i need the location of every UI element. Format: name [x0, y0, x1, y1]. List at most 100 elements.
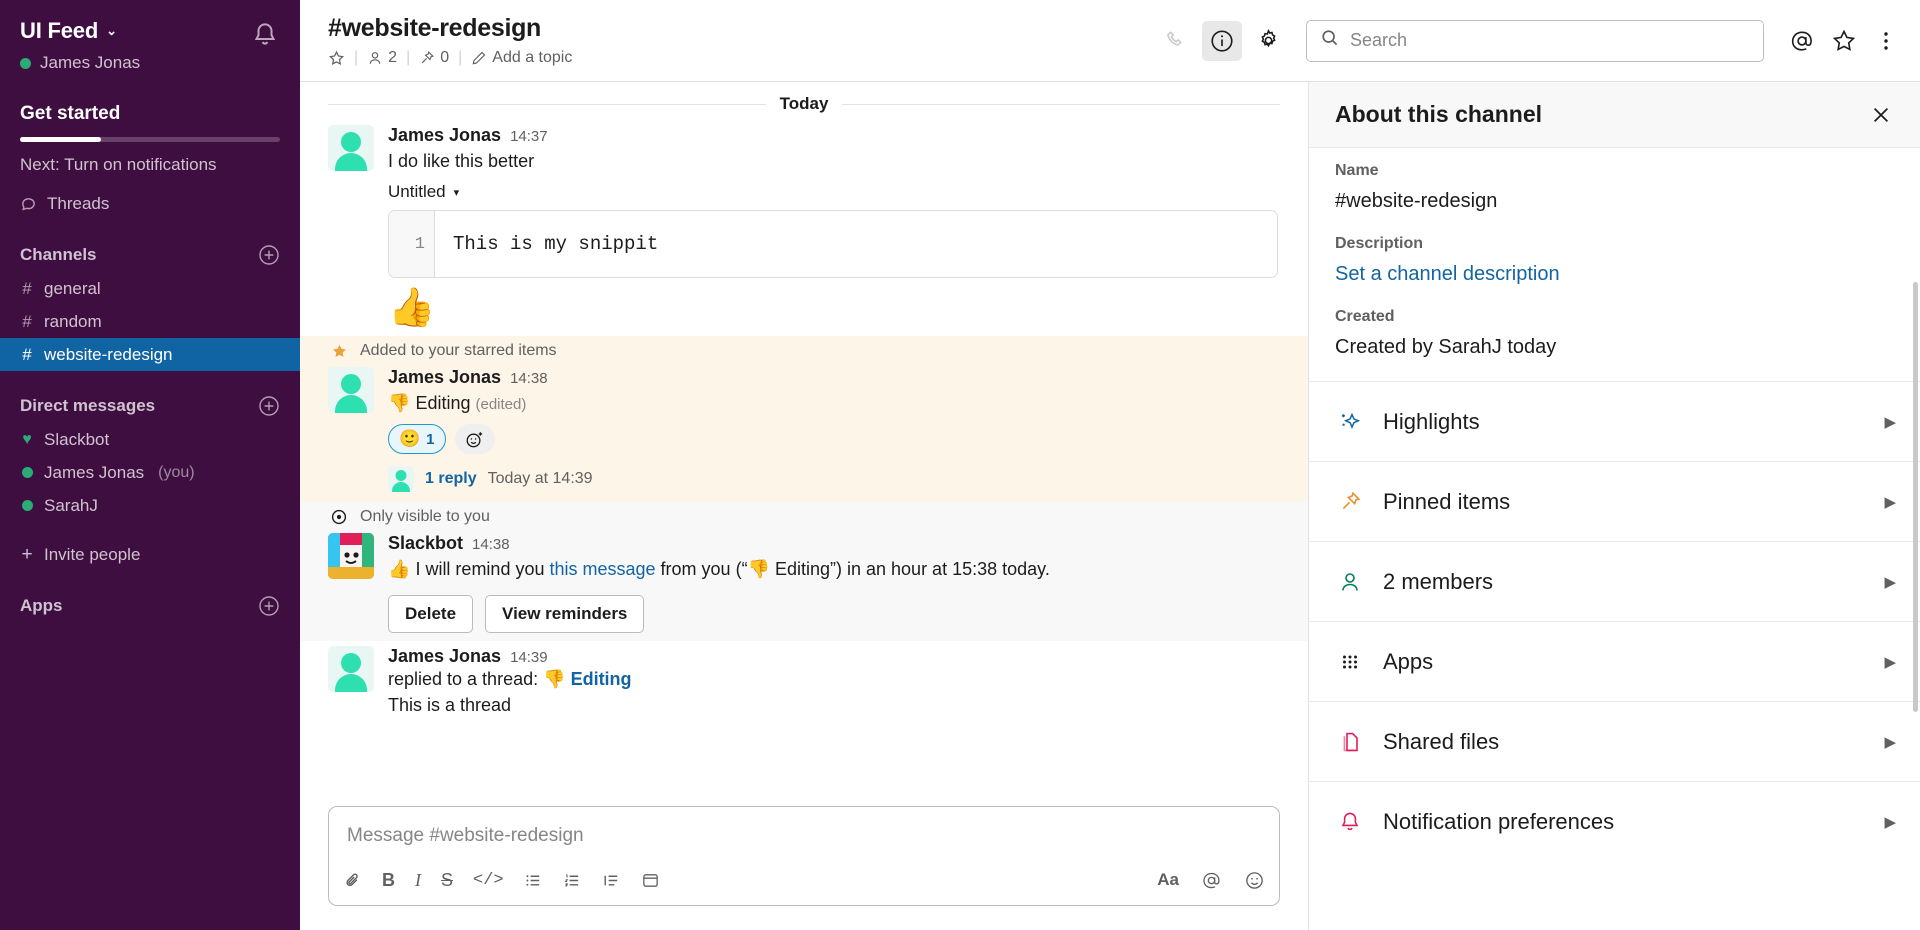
snippet-code-box[interactable]: 1 This is my snippit: [388, 210, 1278, 279]
panel-item-highlights[interactable]: Highlights ▶: [1309, 381, 1920, 461]
panel-item-label: Apps: [1383, 648, 1434, 674]
presence-online-icon: [20, 57, 31, 69]
chevron-right-icon: ▶: [1884, 733, 1896, 751]
reaction-count: 1: [426, 430, 435, 448]
delete-button[interactable]: Delete: [388, 594, 474, 633]
mentions-at-icon[interactable]: [1788, 27, 1816, 55]
meta-separator: |: [354, 49, 359, 66]
message-header: James Jonas 14:37: [388, 125, 1280, 146]
reaction-chip[interactable]: 🙂 1: [388, 424, 446, 455]
star-icon[interactable]: [328, 50, 345, 67]
close-icon[interactable]: [1866, 100, 1896, 130]
workspace-name-button[interactable]: UI Feed ⌄: [20, 18, 140, 44]
sidebar-item-invite-people[interactable]: + Invite people: [0, 538, 300, 571]
members-count-value: 2: [388, 49, 398, 66]
message-input[interactable]: Message #website-redesign: [329, 807, 1279, 861]
message-item-slackbot[interactable]: Slackbot 14:38 👍 I will remind you this …: [300, 528, 1308, 641]
panel-item-label: 2 members: [1383, 568, 1494, 594]
thread-reply-count[interactable]: 1 reply: [425, 470, 477, 488]
workspace-user[interactable]: James Jonas: [20, 53, 140, 73]
snippet-code: This is my snippit: [453, 233, 659, 256]
numbered-list-icon[interactable]: [563, 867, 582, 893]
field-value-description[interactable]: Set a channel description: [1335, 263, 1894, 286]
channel-label: general: [44, 278, 101, 298]
members-count[interactable]: 2: [367, 49, 397, 67]
invite-people-label: Invite people: [44, 544, 141, 564]
sidebar-item-channel-random[interactable]: # random: [0, 305, 300, 338]
sidebar-item-dm-james-jonas[interactable]: James Jonas (you): [0, 456, 300, 489]
settings-gear-button[interactable]: [1248, 21, 1288, 61]
add-channel-button[interactable]: [258, 244, 280, 266]
sidebar-item-dm-slackbot[interactable]: ♥ Slackbot: [0, 423, 300, 456]
snippet-title-row[interactable]: Untitled ▾: [388, 182, 1280, 202]
bold-icon[interactable]: B: [382, 867, 395, 893]
topbar-right-icons: [1788, 27, 1900, 55]
sidebar-item-threads[interactable]: Threads: [0, 187, 300, 220]
search-input[interactable]: [1350, 30, 1750, 51]
page-title[interactable]: #website-redesign: [328, 14, 1146, 43]
panel-item-apps[interactable]: Apps ▶: [1309, 621, 1920, 701]
bulleted-list-icon[interactable]: [524, 867, 543, 893]
code-block-icon[interactable]: [641, 867, 660, 893]
message-author[interactable]: James Jonas: [388, 125, 501, 146]
panel-title: About this channel: [1335, 101, 1542, 127]
sidebar-item-threads-label: Threads: [47, 193, 110, 213]
sidebar-item-channel-website-redesign[interactable]: # website-redesign: [0, 338, 300, 371]
strikethrough-icon[interactable]: S: [441, 867, 453, 893]
sidebar-section-channels-label: Channels: [20, 245, 97, 264]
add-app-button[interactable]: [258, 595, 280, 617]
sidebar-header: UI Feed ⌄ James Jonas: [0, 0, 300, 73]
message-author[interactable]: James Jonas: [388, 646, 501, 667]
thread-reply-row[interactable]: 1 reply Today at 14:39: [388, 466, 1280, 498]
italic-icon[interactable]: I: [415, 867, 421, 893]
code-icon[interactable]: </>: [473, 867, 504, 893]
formatting-icon[interactable]: Aa: [1157, 867, 1179, 893]
message-author[interactable]: Slackbot: [388, 533, 463, 554]
sidebar-item-dm-sarahj[interactable]: SarahJ: [0, 489, 300, 522]
pins-count[interactable]: 0: [419, 49, 449, 67]
add-dm-button[interactable]: [258, 395, 280, 417]
content-split: Today James Jonas 14:37 I do like this b…: [300, 82, 1920, 930]
notifications-bell-icon[interactable]: [250, 20, 280, 50]
mention-icon[interactable]: [1201, 867, 1222, 893]
more-options-icon[interactable]: [1872, 27, 1900, 55]
reminder-message-link[interactable]: this message: [549, 559, 655, 579]
avatar: [388, 466, 414, 493]
chevron-down-icon: ▾: [453, 186, 460, 199]
panel-item-members[interactable]: 2 members ▶: [1309, 541, 1920, 621]
view-reminders-button[interactable]: View reminders: [485, 594, 645, 633]
panel-item-notification-preferences[interactable]: Notification preferences ▶: [1309, 781, 1920, 861]
about-channel-panel: About this channel Name #website-redesig…: [1308, 82, 1920, 930]
thread-parent-link[interactable]: Editing: [571, 669, 632, 689]
hash-icon: #: [22, 278, 32, 298]
workspace-block[interactable]: UI Feed ⌄ James Jonas: [20, 18, 140, 73]
composer-tools-right: Aa: [1157, 867, 1265, 893]
message-item-starred[interactable]: James Jonas 14:38 👎 Editing (edited) 🙂 1…: [300, 362, 1308, 503]
reminder-text-after: from you (“👎 Editing”) in an hour at 15:…: [655, 559, 1050, 580]
add-reaction-icon[interactable]: [454, 424, 495, 455]
add-topic-button[interactable]: Add a topic: [471, 49, 572, 67]
message-item-thread-reply[interactable]: James Jonas 14:39 replied to a thread: 👎…: [300, 641, 1308, 722]
message-body: James Jonas 14:39 replied to a thread: 👎…: [388, 646, 1280, 718]
message-item[interactable]: James Jonas 14:37 I do like this better: [300, 120, 1308, 178]
emoji-icon[interactable]: [1244, 867, 1265, 893]
dm-you-suffix: (you): [158, 463, 195, 481]
thread-reference-line: replied to a thread: 👎 Editing: [388, 669, 1280, 690]
search-box[interactable]: [1306, 19, 1764, 62]
snippet-block[interactable]: Untitled ▾ 1 This is my snippit: [300, 178, 1308, 286]
blockquote-icon[interactable]: [602, 867, 621, 893]
panel-item-shared-files[interactable]: Shared files ▶: [1309, 701, 1920, 781]
message-header: Slackbot 14:38: [388, 533, 1280, 554]
message-author[interactable]: James Jonas: [388, 367, 501, 388]
info-button[interactable]: [1202, 20, 1242, 61]
panel-item-pinned[interactable]: Pinned items ▶: [1309, 461, 1920, 541]
panel-scrollbar[interactable]: [1913, 282, 1918, 712]
sidebar-item-channel-general[interactable]: # general: [0, 272, 300, 305]
attachment-icon[interactable]: [343, 867, 362, 893]
saved-items-star-icon[interactable]: [1830, 27, 1858, 55]
call-button[interactable]: [1156, 21, 1196, 61]
meta-separator: |: [406, 49, 411, 66]
get-started-block[interactable]: Get started Next: Turn on notifications: [0, 103, 300, 175]
message-timestamp: 14:38: [472, 536, 510, 554]
message-composer[interactable]: Message #website-redesign B I S </> Aa: [328, 806, 1280, 906]
